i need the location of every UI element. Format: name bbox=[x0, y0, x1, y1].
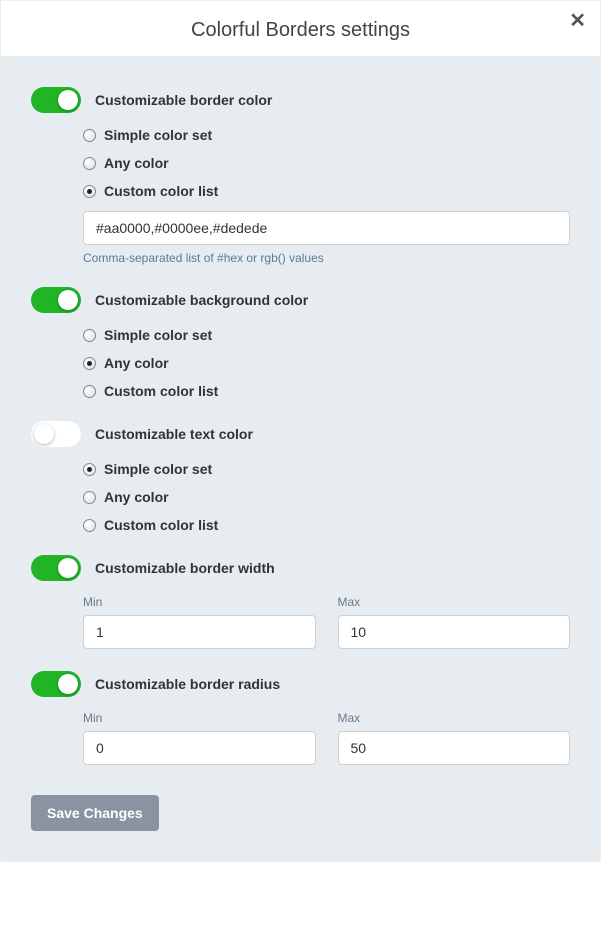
section-header: Customizable background color bbox=[31, 287, 570, 313]
radio-group-border-color: Simple color set Any color Custom color … bbox=[31, 127, 570, 199]
section-text-color: Customizable text color Simple color set… bbox=[31, 421, 570, 533]
border-width-max-input[interactable] bbox=[338, 615, 571, 649]
section-header: Customizable border radius bbox=[31, 671, 570, 697]
toggle-border-radius[interactable] bbox=[31, 671, 81, 697]
radio-label: Simple color set bbox=[104, 461, 212, 477]
border-width-min-col: Min bbox=[83, 595, 316, 649]
border-radius-max-col: Max bbox=[338, 711, 571, 765]
custom-color-block: Comma-separated list of #hex or rgb() va… bbox=[31, 211, 570, 265]
section-background-color: Customizable background color Simple col… bbox=[31, 287, 570, 399]
section-border-radius: Customizable border radius Min Max bbox=[31, 671, 570, 765]
toggle-background-color[interactable] bbox=[31, 287, 81, 313]
modal-title: Colorful Borders settings bbox=[21, 19, 580, 42]
radio-border-color-simple[interactable]: Simple color set bbox=[83, 127, 570, 143]
border-radius-min-input[interactable] bbox=[83, 731, 316, 765]
section-header: Customizable border width bbox=[31, 555, 570, 581]
section-title: Customizable border color bbox=[95, 92, 272, 108]
toggle-border-width[interactable] bbox=[31, 555, 81, 581]
radio-border-color-custom[interactable]: Custom color list bbox=[83, 183, 570, 199]
radio-icon bbox=[83, 385, 96, 398]
close-icon[interactable]: ✕ bbox=[569, 11, 586, 31]
modal-body: Customizable border color Simple color s… bbox=[1, 57, 600, 861]
border-radius-max-input[interactable] bbox=[338, 731, 571, 765]
radio-group-background-color: Simple color set Any color Custom color … bbox=[31, 327, 570, 399]
radio-label: Any color bbox=[104, 489, 169, 505]
radio-icon bbox=[83, 519, 96, 532]
radio-background-color-custom[interactable]: Custom color list bbox=[83, 383, 570, 399]
radio-label: Any color bbox=[104, 355, 169, 371]
toggle-border-color[interactable] bbox=[31, 87, 81, 113]
radio-label: Simple color set bbox=[104, 327, 212, 343]
radio-label: Simple color set bbox=[104, 127, 212, 143]
radio-background-color-any[interactable]: Any color bbox=[83, 355, 570, 371]
field-label-max: Max bbox=[338, 595, 571, 609]
border-width-inputs: Min Max bbox=[31, 595, 570, 649]
radio-label: Custom color list bbox=[104, 517, 218, 533]
save-button[interactable]: Save Changes bbox=[31, 795, 159, 831]
section-title: Customizable border width bbox=[95, 560, 275, 576]
toggle-knob bbox=[58, 558, 78, 578]
section-title: Customizable background color bbox=[95, 292, 308, 308]
field-label-max: Max bbox=[338, 711, 571, 725]
custom-color-hint: Comma-separated list of #hex or rgb() va… bbox=[83, 251, 570, 265]
modal-header: Colorful Borders settings ✕ bbox=[1, 1, 600, 57]
field-label-min: Min bbox=[83, 711, 316, 725]
toggle-knob bbox=[34, 424, 54, 444]
section-title: Customizable text color bbox=[95, 426, 253, 442]
border-width-min-input[interactable] bbox=[83, 615, 316, 649]
radio-icon bbox=[83, 491, 96, 504]
border-width-max-col: Max bbox=[338, 595, 571, 649]
custom-color-input[interactable] bbox=[83, 211, 570, 245]
section-border-color: Customizable border color Simple color s… bbox=[31, 87, 570, 265]
radio-group-text-color: Simple color set Any color Custom color … bbox=[31, 461, 570, 533]
settings-modal: Colorful Borders settings ✕ Customizable… bbox=[0, 0, 601, 862]
toggle-knob bbox=[58, 674, 78, 694]
field-label-min: Min bbox=[83, 595, 316, 609]
radio-text-color-custom[interactable]: Custom color list bbox=[83, 517, 570, 533]
toggle-knob bbox=[58, 290, 78, 310]
radio-label: Custom color list bbox=[104, 183, 218, 199]
radio-icon bbox=[83, 357, 96, 370]
toggle-text-color[interactable] bbox=[31, 421, 81, 447]
radio-icon bbox=[83, 329, 96, 342]
radio-icon bbox=[83, 129, 96, 142]
toggle-knob bbox=[58, 90, 78, 110]
radio-text-color-any[interactable]: Any color bbox=[83, 489, 570, 505]
radio-border-color-any[interactable]: Any color bbox=[83, 155, 570, 171]
section-border-width: Customizable border width Min Max bbox=[31, 555, 570, 649]
radio-icon bbox=[83, 157, 96, 170]
section-title: Customizable border radius bbox=[95, 676, 280, 692]
radio-background-color-simple[interactable]: Simple color set bbox=[83, 327, 570, 343]
border-radius-inputs: Min Max bbox=[31, 711, 570, 765]
section-header: Customizable border color bbox=[31, 87, 570, 113]
radio-icon bbox=[83, 185, 96, 198]
radio-label: Custom color list bbox=[104, 383, 218, 399]
section-header: Customizable text color bbox=[31, 421, 570, 447]
radio-label: Any color bbox=[104, 155, 169, 171]
radio-icon bbox=[83, 463, 96, 476]
border-radius-min-col: Min bbox=[83, 711, 316, 765]
radio-text-color-simple[interactable]: Simple color set bbox=[83, 461, 570, 477]
